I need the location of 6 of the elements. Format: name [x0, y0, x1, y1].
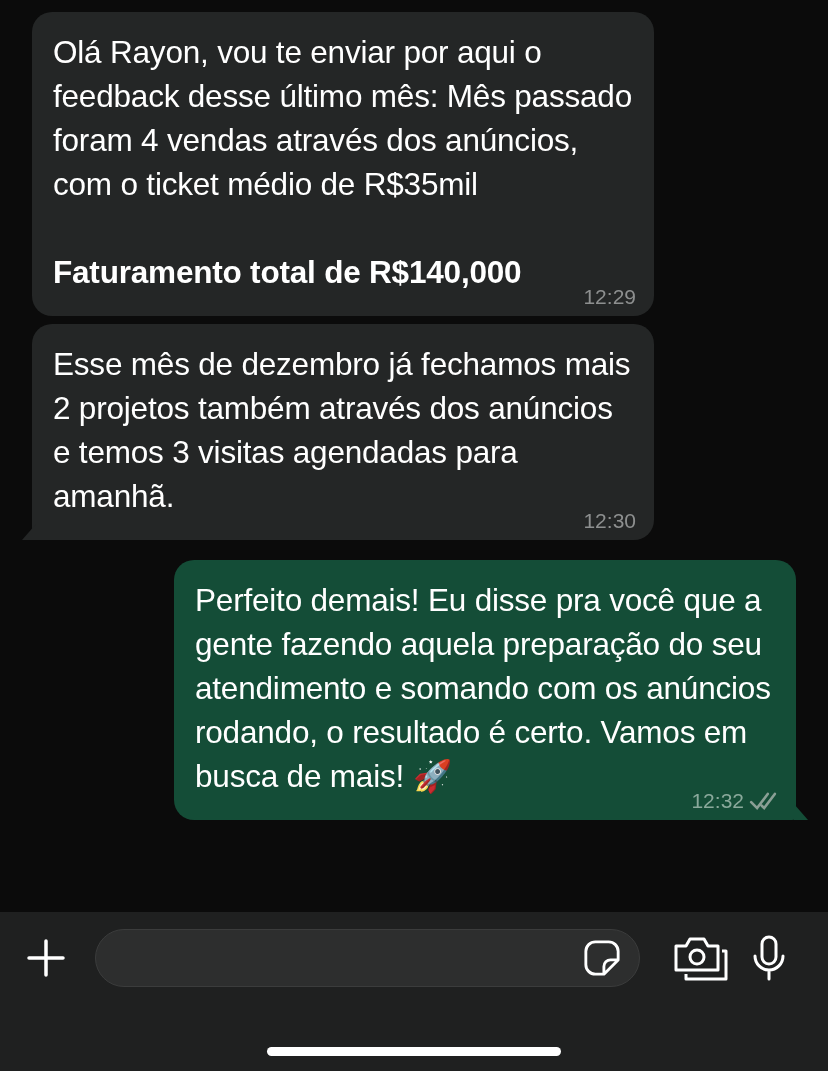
sticker-icon[interactable] [583, 939, 621, 977]
message-text: Faturamento total de R$140,000 [53, 253, 523, 292]
message-text: Olá Rayon, vou te enviar por aqui o feedback desse último mês: Mês passado foram 4 vendas através dos anúncios, com o ticket médio de R$35mil [53, 33, 633, 204]
microphone-icon[interactable] [751, 934, 787, 982]
message-time: 12:29 [583, 286, 636, 308]
plus-icon[interactable] [26, 938, 66, 978]
